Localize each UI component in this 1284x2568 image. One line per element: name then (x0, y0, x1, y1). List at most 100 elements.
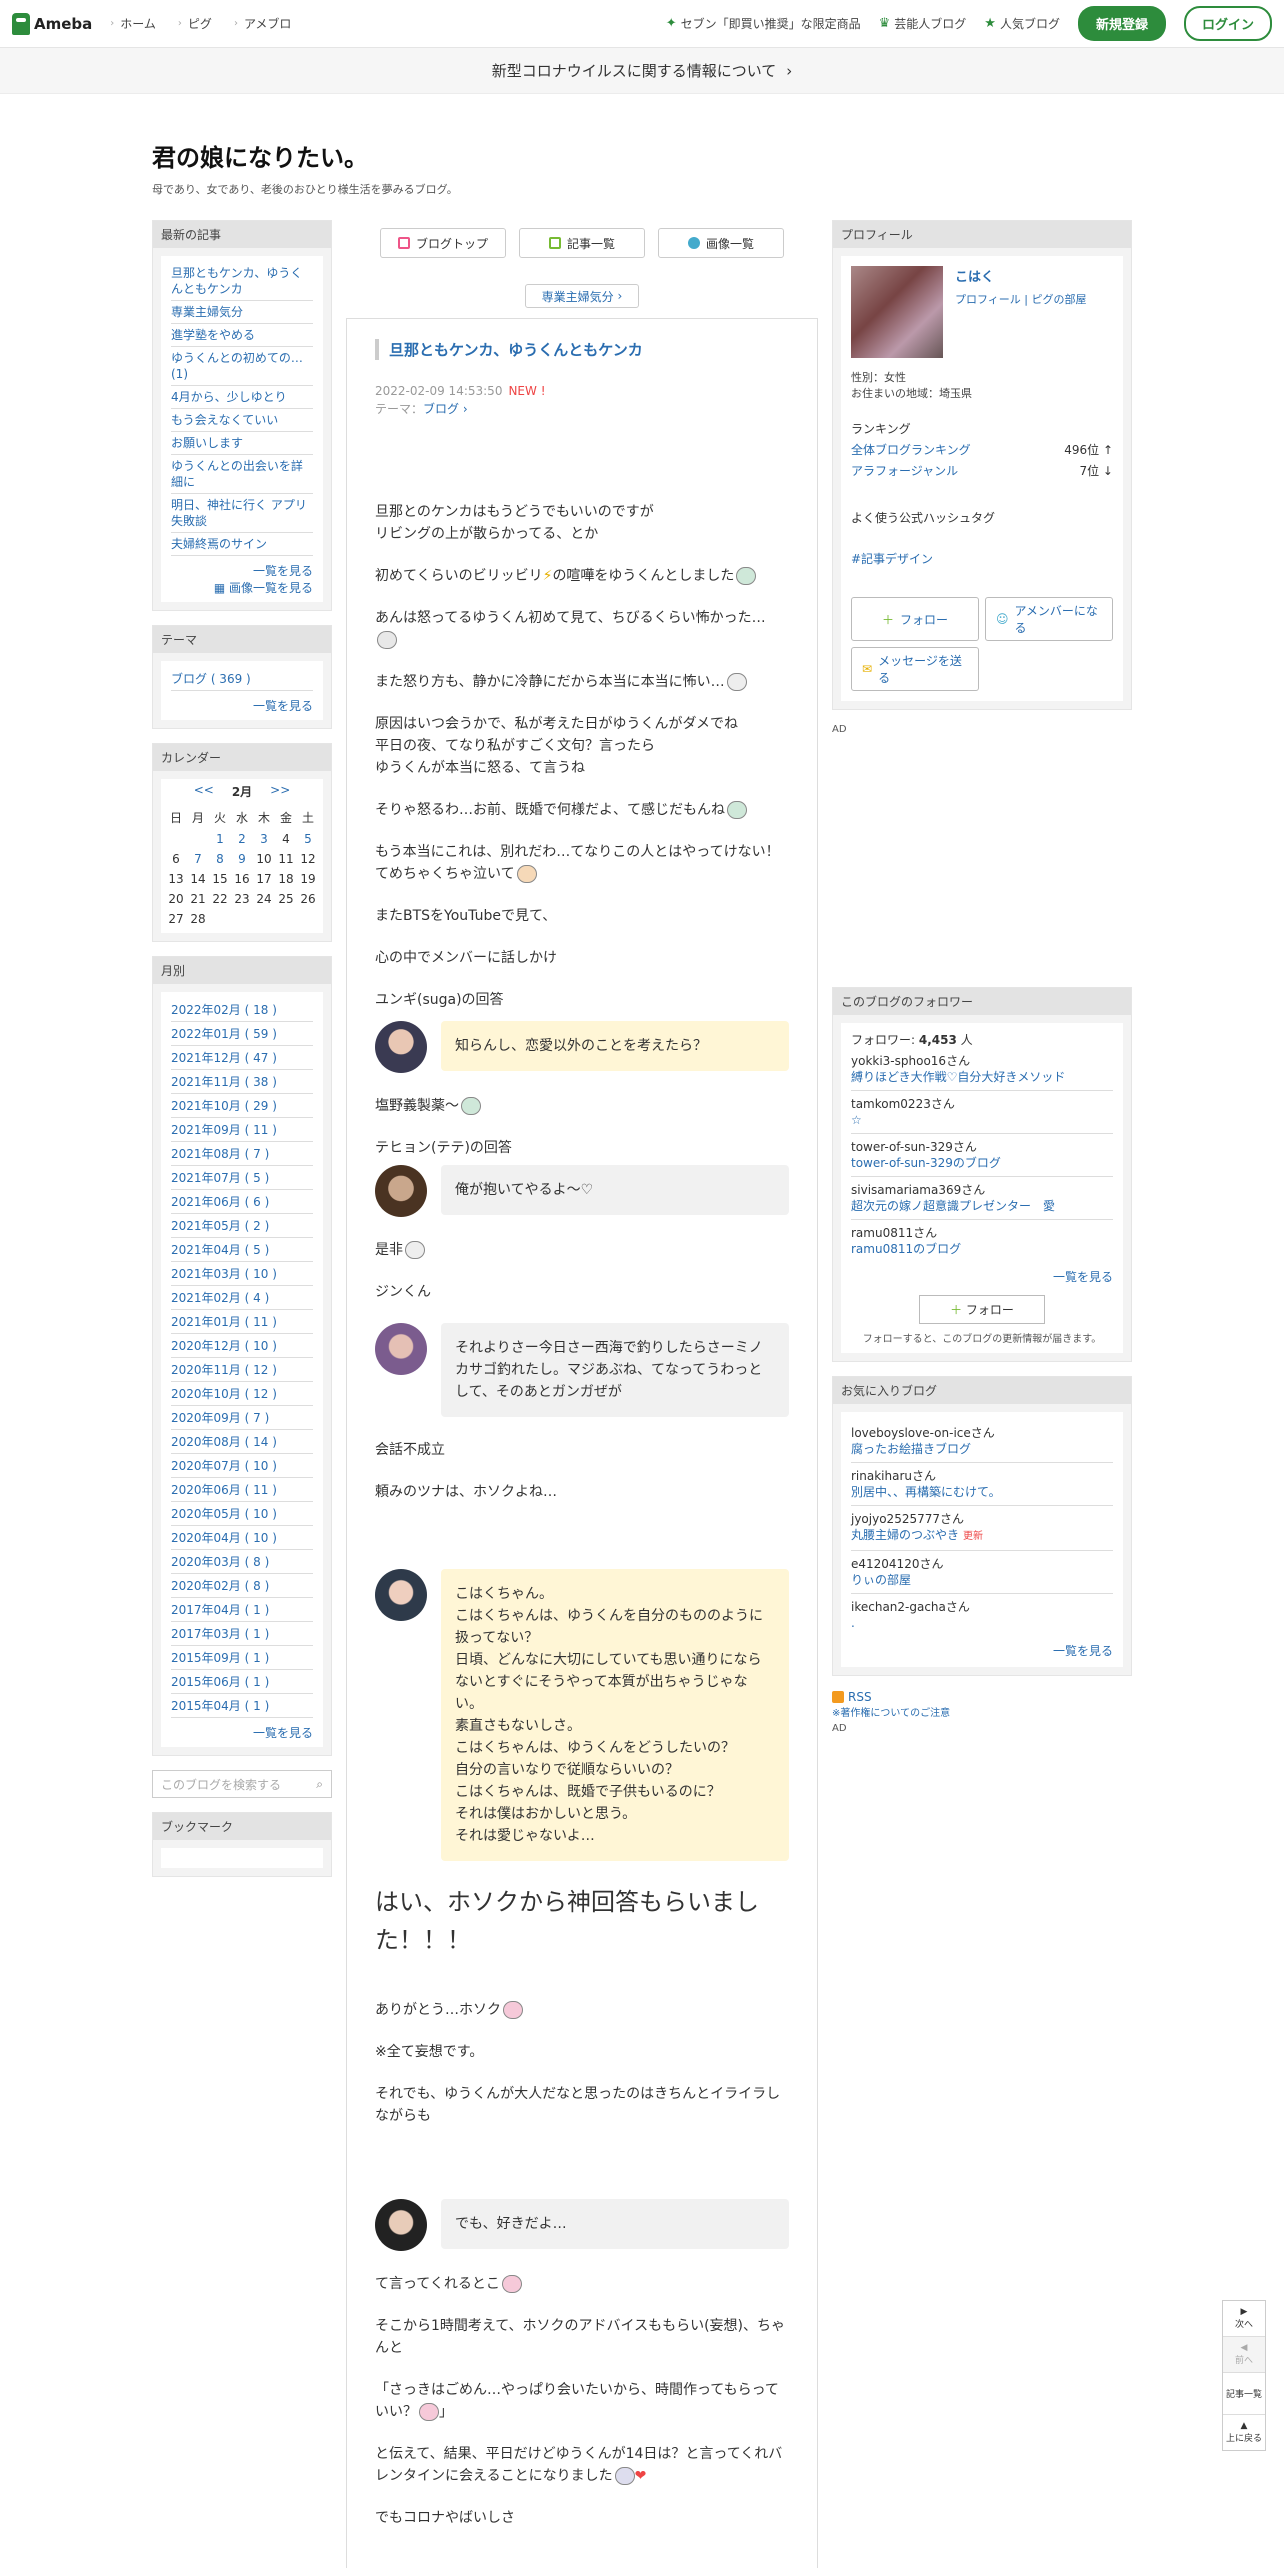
calendar-day[interactable]: 9 (231, 849, 253, 869)
month-item[interactable]: 2015年04月 ( 1 ) (171, 1694, 313, 1718)
recent-post-item[interactable]: 専業主婦気分 (171, 301, 313, 324)
month-item[interactable]: 2021年11月 ( 38 ) (171, 1070, 313, 1094)
month-item[interactable]: 2015年06月 ( 1 ) (171, 1670, 313, 1694)
month-item[interactable]: 2020年07月 ( 10 ) (171, 1454, 313, 1478)
month-item[interactable]: 2020年02月 ( 8 ) (171, 1574, 313, 1598)
recent-more-link[interactable]: 一覧を見る (171, 562, 313, 579)
month-item[interactable]: 2021年06月 ( 6 ) (171, 1190, 313, 1214)
month-item[interactable]: 2021年07月 ( 5 ) (171, 1166, 313, 1190)
month-item[interactable]: 2021年03月 ( 10 ) (171, 1262, 313, 1286)
calendar-prev[interactable]: << (194, 783, 214, 800)
month-item[interactable]: 2022年02月 ( 18 ) (171, 998, 313, 1022)
months-more-link[interactable]: 一覧を見る (171, 1724, 313, 1741)
recent-post-item[interactable]: 4月から、少しゆとり (171, 386, 313, 409)
tab-image-list[interactable]: 画像一覧 (658, 228, 784, 258)
recent-post-item[interactable]: 進学塾をやめる (171, 324, 313, 347)
month-item[interactable]: 2020年06月 ( 11 ) (171, 1478, 313, 1502)
calendar-day[interactable]: 7 (187, 849, 209, 869)
month-item[interactable]: 2020年12月 ( 10 ) (171, 1334, 313, 1358)
sparkle-icon: ✦ (665, 16, 677, 31)
nav-ameblo[interactable]: › アメブロ (234, 15, 291, 32)
recent-post-item[interactable]: 夫婦終焉のサイン (171, 533, 313, 556)
next-article-button[interactable]: ▶ 次へ (1223, 2301, 1265, 2337)
search-icon[interactable]: ⌕ (316, 1777, 323, 1792)
play-right-icon: ▶ (1240, 2307, 1248, 2317)
follow-button[interactable]: ＋フォロー (851, 597, 979, 641)
covid-notice-link[interactable]: 新型コロナウイルスに関する情報について › (0, 48, 1284, 94)
copyright-note-link[interactable]: ※著作権についてのご注意 (832, 1704, 1132, 1719)
image-list-link[interactable]: ▦ 画像一覧を見る (171, 579, 313, 596)
calendar-day[interactable]: 8 (209, 849, 231, 869)
promo-seven[interactable]: ✦ セブン「即買い推奨」な限定商品 (666, 15, 861, 32)
tab-article-list[interactable]: 記事一覧 (519, 228, 645, 258)
month-item[interactable]: 2020年05月 ( 10 ) (171, 1502, 313, 1526)
profile-link[interactable]: プロフィール (955, 293, 1021, 306)
chat-yukun: でも、好きだよ… (375, 2199, 789, 2251)
monthly-archive-box: 月別 2022年02月 ( 18 ) 2022年01月 ( 59 ) 2021年… (152, 956, 332, 1756)
amember-button[interactable]: ☺ アメンバーになる (985, 597, 1113, 641)
recent-post-item[interactable]: もう会えなくていい (171, 409, 313, 432)
rss-link[interactable]: RSS (832, 1690, 1132, 1704)
ad-label: AD (832, 724, 847, 735)
month-item[interactable]: 2021年01月 ( 11 ) (171, 1310, 313, 1334)
calendar-day[interactable]: 5 (297, 829, 319, 849)
tab-blog-top[interactable]: ブログトップ (380, 228, 506, 258)
calendar-day[interactable]: 2 (231, 829, 253, 849)
article-theme-link[interactable]: ブログ (423, 402, 459, 416)
profile-name[interactable]: こはく (955, 266, 1086, 285)
month-item[interactable]: 2021年09月 ( 11 ) (171, 1118, 313, 1142)
theme-nav-button[interactable]: 専業主婦気分 › (525, 284, 639, 308)
favorite-blogs-box: お気に入りブログ loveboyslove-on-iceさん 腐ったお絵描きブログ… (832, 1376, 1132, 1676)
ameba-logo[interactable]: Ameba (12, 12, 92, 35)
month-item[interactable]: 2020年10月 ( 12 ) (171, 1382, 313, 1406)
month-item[interactable]: 2021年12月 ( 47 ) (171, 1046, 313, 1070)
send-message-button[interactable]: ✉ メッセージを送る (851, 647, 979, 691)
month-item[interactable]: 2015年09月 ( 1 ) (171, 1646, 313, 1670)
profile-image[interactable] (851, 266, 943, 358)
promo-popular-blog[interactable]: ★ 人気ブログ (984, 15, 1060, 32)
blog-title[interactable]: 君の娘になりたい。 (152, 138, 458, 173)
month-item[interactable]: 2020年09月 ( 7 ) (171, 1406, 313, 1430)
ranking-heading: ランキング (851, 422, 911, 436)
month-item[interactable]: 2020年04月 ( 10 ) (171, 1526, 313, 1550)
prev-article-button[interactable]: ◀ 前へ (1223, 2337, 1265, 2373)
month-item[interactable]: 2021年05月 ( 2 ) (171, 1214, 313, 1238)
month-item[interactable]: 2017年03月 ( 1 ) (171, 1622, 313, 1646)
article-title[interactable]: 旦那ともケンカ、ゆうくんともケンカ (375, 339, 789, 360)
calendar-day[interactable]: 3 (253, 829, 275, 849)
login-button[interactable]: ログイン (1183, 6, 1272, 41)
calendar-next[interactable]: >> (270, 783, 290, 800)
nav-home[interactable]: › ホーム (110, 15, 156, 32)
genre-ranking-link[interactable]: アラフォージャンル (851, 462, 958, 479)
recent-post-item[interactable]: 明日、神社に行く アプリ失敗談 (171, 494, 313, 533)
blog-search-input[interactable]: このブログを検索する ⌕ (152, 1770, 332, 1798)
back-to-top-button[interactable]: ▲ 上に戻る (1223, 2415, 1265, 2450)
month-item[interactable]: 2022年01月 ( 59 ) (171, 1022, 313, 1046)
follow-button-2[interactable]: ＋ フォロー (919, 1295, 1045, 1324)
calendar-day[interactable]: 1 (209, 829, 231, 849)
month-item[interactable]: 2020年08月 ( 14 ) (171, 1430, 313, 1454)
recent-post-item[interactable]: 旦那ともケンカ、ゆうくんともケンカ (171, 262, 313, 301)
article-list-button[interactable]: 記事一覧 (1223, 2373, 1265, 2415)
month-item[interactable]: 2021年02月 ( 4 ) (171, 1286, 313, 1310)
followers-more-link[interactable]: 一覧を見る (851, 1268, 1113, 1285)
recent-post-item[interactable]: ゆうくんとの出会いを詳細に (171, 455, 313, 494)
month-item[interactable]: 2021年08月 ( 7 ) (171, 1142, 313, 1166)
promo-celebrity-blog[interactable]: ♛ 芸能人ブログ (879, 15, 967, 32)
nav-pigg[interactable]: › ピグ (178, 15, 212, 32)
month-item[interactable]: 2020年11月 ( 12 ) (171, 1358, 313, 1382)
month-item[interactable]: 2021年10月 ( 29 ) (171, 1094, 313, 1118)
favorites-more-link[interactable]: 一覧を見る (851, 1642, 1113, 1659)
month-item[interactable]: 2021年04月 ( 5 ) (171, 1238, 313, 1262)
month-item[interactable]: 2020年03月 ( 8 ) (171, 1550, 313, 1574)
register-button[interactable]: 新規登録 (1077, 6, 1166, 41)
theme-more-link[interactable]: 一覧を見る (171, 697, 313, 714)
overall-ranking-link[interactable]: 全体ブログランキング (851, 441, 971, 458)
theme-item[interactable]: ブログ ( 369 ) (171, 667, 313, 691)
recent-post-item[interactable]: お願いします (171, 432, 313, 455)
pigg-room-link[interactable]: ピグの部屋 (1031, 293, 1086, 306)
hashtag-link[interactable]: #記事デザイン (851, 550, 1113, 567)
recent-post-item[interactable]: ゆうくんとの初めての…(1) (171, 347, 313, 386)
month-item[interactable]: 2017年04月 ( 1 ) (171, 1598, 313, 1622)
calendar-day: 14 (190, 872, 206, 886)
